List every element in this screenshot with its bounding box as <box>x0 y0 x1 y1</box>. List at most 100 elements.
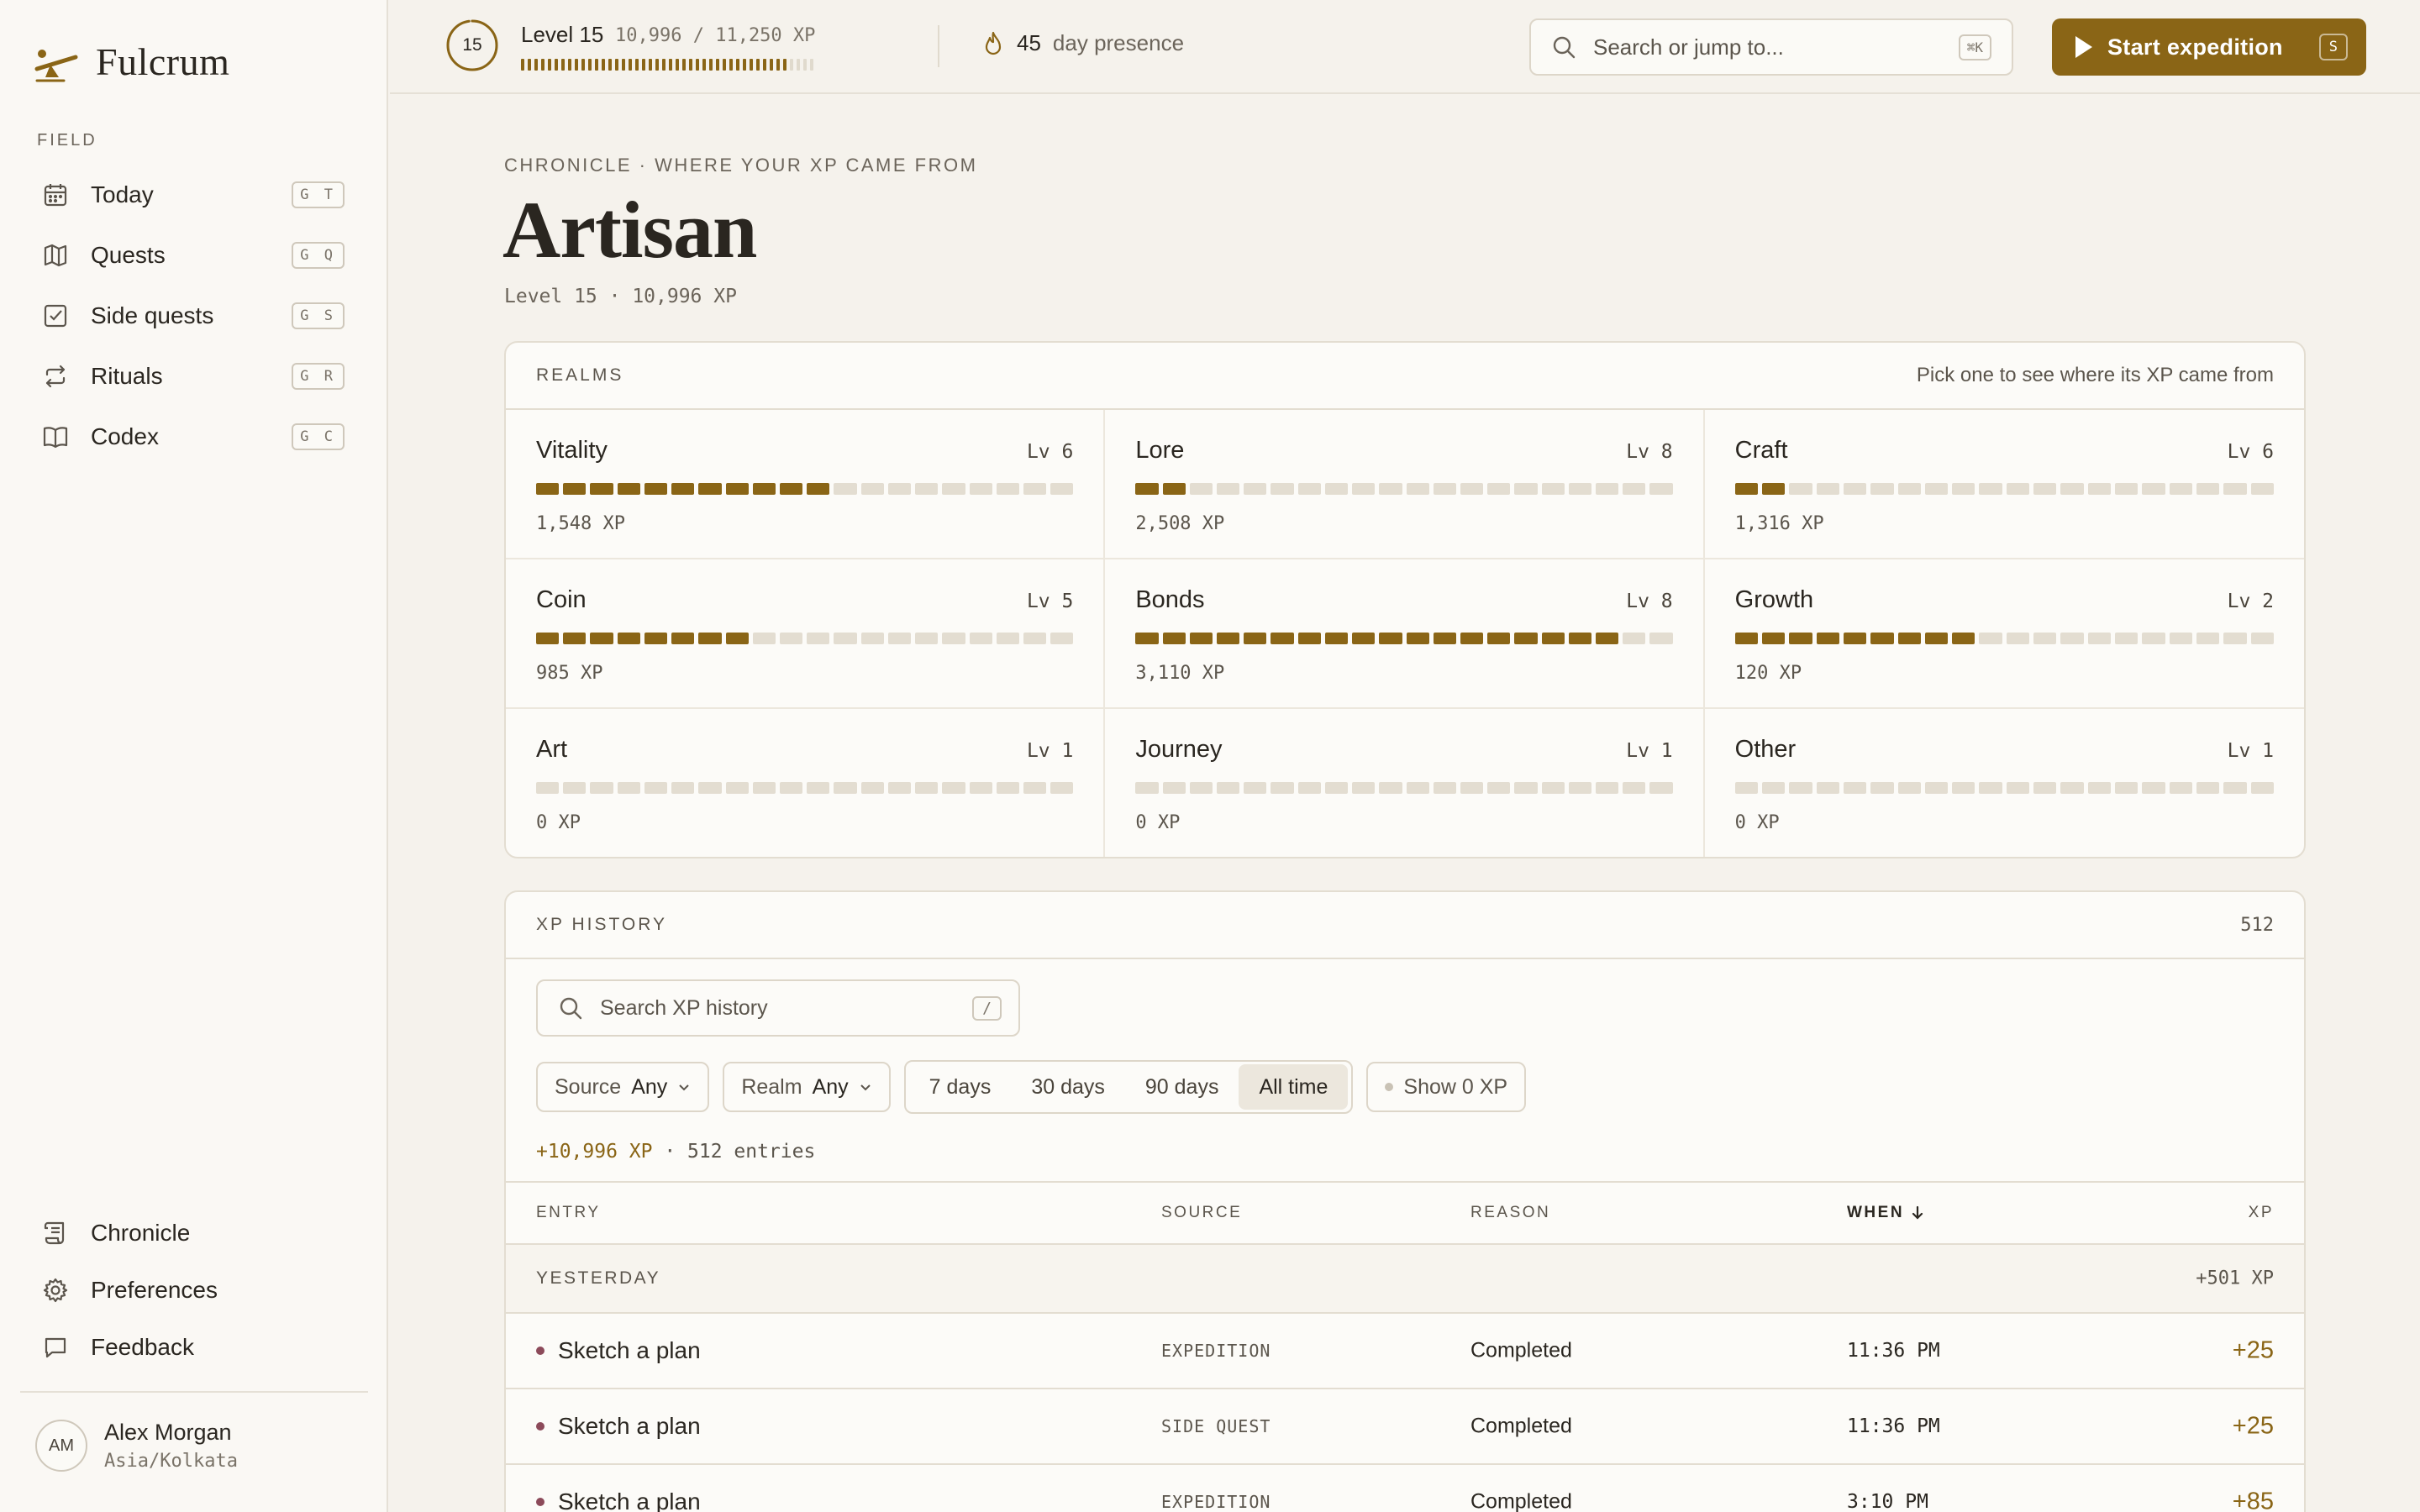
realm-level: Lv 6 <box>2227 441 2274 463</box>
progress-segment <box>807 483 830 495</box>
filter-label: Realm <box>741 1074 802 1099</box>
nav-section-label: FIELD <box>37 131 97 150</box>
progress-segment <box>1352 782 1376 794</box>
realm-card-journey[interactable]: Journey Lv 1 0 XP <box>1105 709 1705 857</box>
sidebar-item-chronicle[interactable]: Chronicle <box>20 1205 361 1262</box>
progress-segment <box>1952 782 1975 794</box>
book-icon <box>43 427 68 449</box>
progress-segment <box>1297 633 1321 644</box>
range-90-days[interactable]: 90 days <box>1125 1064 1239 1110</box>
progress-segment <box>1244 782 1267 794</box>
reason-cell: Completed <box>1470 1338 1572 1362</box>
progress-segment <box>1623 483 1646 495</box>
realm-filter-dropdown[interactable]: Realm Any <box>723 1062 891 1112</box>
realm-card-growth[interactable]: Growth Lv 2 120 XP <box>1704 559 2304 709</box>
table-row[interactable]: Sketch a plan SIDE QUEST Completed 11:36 PM… <box>506 1389 2304 1465</box>
xp-tick <box>770 59 773 71</box>
range-all-time[interactable]: All time <box>1239 1064 1349 1110</box>
search-placeholder: Search XP history <box>600 995 768 1020</box>
xp-tick <box>581 59 585 71</box>
xp-tick <box>541 59 544 71</box>
progress-segment <box>1870 782 1894 794</box>
level-xp: 10,996 / 11,250 XP <box>615 25 816 46</box>
progress-segment <box>1979 483 2002 495</box>
sidebar-item-codex[interactable]: Codex G C <box>20 407 361 467</box>
progress-segment <box>2223 633 2247 644</box>
user-profile[interactable]: AM Alex Morgan Asia/Kolkata <box>35 1420 238 1472</box>
xp-history-title: XP HISTORY <box>536 915 668 934</box>
realm-name: Growth <box>1734 586 1814 613</box>
sidebar-item-label: Codex <box>91 423 159 449</box>
sidebar-item-feedback[interactable]: Feedback <box>20 1319 361 1376</box>
progress-segment <box>1514 782 1538 794</box>
progress-segment <box>1162 483 1186 495</box>
table-body: Sketch a plan EXPEDITION Completed 11:36 PM… <box>506 1314 2304 1512</box>
column-header-reason[interactable]: REASON <box>1470 1204 1550 1222</box>
progress-segment <box>2223 782 2247 794</box>
column-header-when[interactable]: WHEN <box>1847 1204 1924 1222</box>
realm-card-lore[interactable]: Lore Lv 8 2,508 XP <box>1105 410 1705 559</box>
progress-segment <box>2169 782 2192 794</box>
range-30-days[interactable]: 30 days <box>1011 1064 1125 1110</box>
chevron-down-icon <box>860 1084 871 1091</box>
xp-tick <box>743 59 746 71</box>
show-zero-xp-toggle[interactable]: Show 0 XP <box>1366 1062 1527 1112</box>
realm-card-coin[interactable]: Coin Lv 5 985 XP <box>506 559 1106 709</box>
realm-card-vitality[interactable]: Vitality Lv 6 1,548 XP <box>506 410 1106 559</box>
xp-history-table: ENTRY SOURCE REASON WHEN XP YESTERDAY +5… <box>506 1181 2304 1512</box>
progress-segment <box>1623 782 1646 794</box>
brand[interactable]: Fulcrum <box>34 39 229 84</box>
progress-segment <box>969 782 992 794</box>
global-search-input[interactable]: Search or jump to... ⌘K <box>1529 18 2013 76</box>
progress-segment <box>644 782 668 794</box>
progress-segment <box>1406 483 1429 495</box>
primary-nav: Today G T Quests G Q Side quests G S Rit… <box>20 165 361 467</box>
xp-history-search-input[interactable]: Search XP history / <box>536 979 1020 1037</box>
realm-card-craft[interactable]: Craft Lv 6 1,316 XP <box>1704 410 2304 559</box>
xp-tick <box>763 59 766 71</box>
progress-segment <box>2006 483 2030 495</box>
progress-segment <box>942 782 965 794</box>
source-filter-dropdown[interactable]: Source Any <box>536 1062 710 1112</box>
progress-segment <box>860 782 884 794</box>
table-row[interactable]: Sketch a plan EXPEDITION Completed 3:10 PM +… <box>506 1465 2304 1512</box>
start-expedition-button[interactable]: Start expedition S <box>2052 18 2366 76</box>
range-7-days[interactable]: 7 days <box>909 1064 1012 1110</box>
sidebar-item-label: Today <box>91 181 154 207</box>
table-row[interactable]: Sketch a plan EXPEDITION Completed 11:36 PM… <box>506 1314 2304 1389</box>
sidebar-item-today[interactable]: Today G T <box>20 165 361 225</box>
xp-tick <box>723 59 726 71</box>
sidebar: Fulcrum FIELD Today G T Quests G Q Side … <box>0 0 388 1512</box>
realm-progress-bar <box>536 633 1074 644</box>
progress-segment <box>1816 483 1839 495</box>
page-title: Artisan <box>502 185 757 275</box>
progress-segment <box>2223 483 2247 495</box>
column-header-source[interactable]: SOURCE <box>1161 1204 1242 1222</box>
when-cell: 3:10 PM <box>1847 1491 1928 1512</box>
progress-segment <box>996 483 1019 495</box>
fulcrum-logo-icon <box>34 50 78 82</box>
progress-segment <box>617 633 640 644</box>
sidebar-item-side-quests[interactable]: Side quests G S <box>20 286 361 346</box>
entry-cell: Sketch a plan <box>536 1337 701 1364</box>
xp-tick <box>810 59 813 71</box>
realm-progress-bar <box>1135 483 1673 495</box>
realm-card-bonds[interactable]: Bonds Lv 8 3,110 XP <box>1105 559 1705 709</box>
progress-segment <box>1541 483 1565 495</box>
realm-level: Lv 8 <box>1626 591 1673 612</box>
progress-segment <box>1596 782 1619 794</box>
realm-card-other[interactable]: Other Lv 1 0 XP <box>1705 709 2304 857</box>
sidebar-item-quests[interactable]: Quests G Q <box>20 225 361 286</box>
progress-segment <box>1924 782 1949 794</box>
column-header-entry[interactable]: ENTRY <box>536 1204 601 1222</box>
realm-card-art[interactable]: Art Lv 1 0 XP <box>506 709 1106 857</box>
column-header-xp[interactable]: XP <box>2249 1204 2274 1222</box>
sidebar-item-preferences[interactable]: Preferences <box>20 1262 361 1319</box>
progress-segment <box>671 782 695 794</box>
progress-segment <box>1189 633 1213 644</box>
progress-segment <box>752 782 776 794</box>
progress-segment <box>1816 782 1839 794</box>
xp-tick <box>729 59 733 71</box>
realm-progress-bar <box>536 782 1074 794</box>
sidebar-item-rituals[interactable]: Rituals G R <box>20 346 361 407</box>
